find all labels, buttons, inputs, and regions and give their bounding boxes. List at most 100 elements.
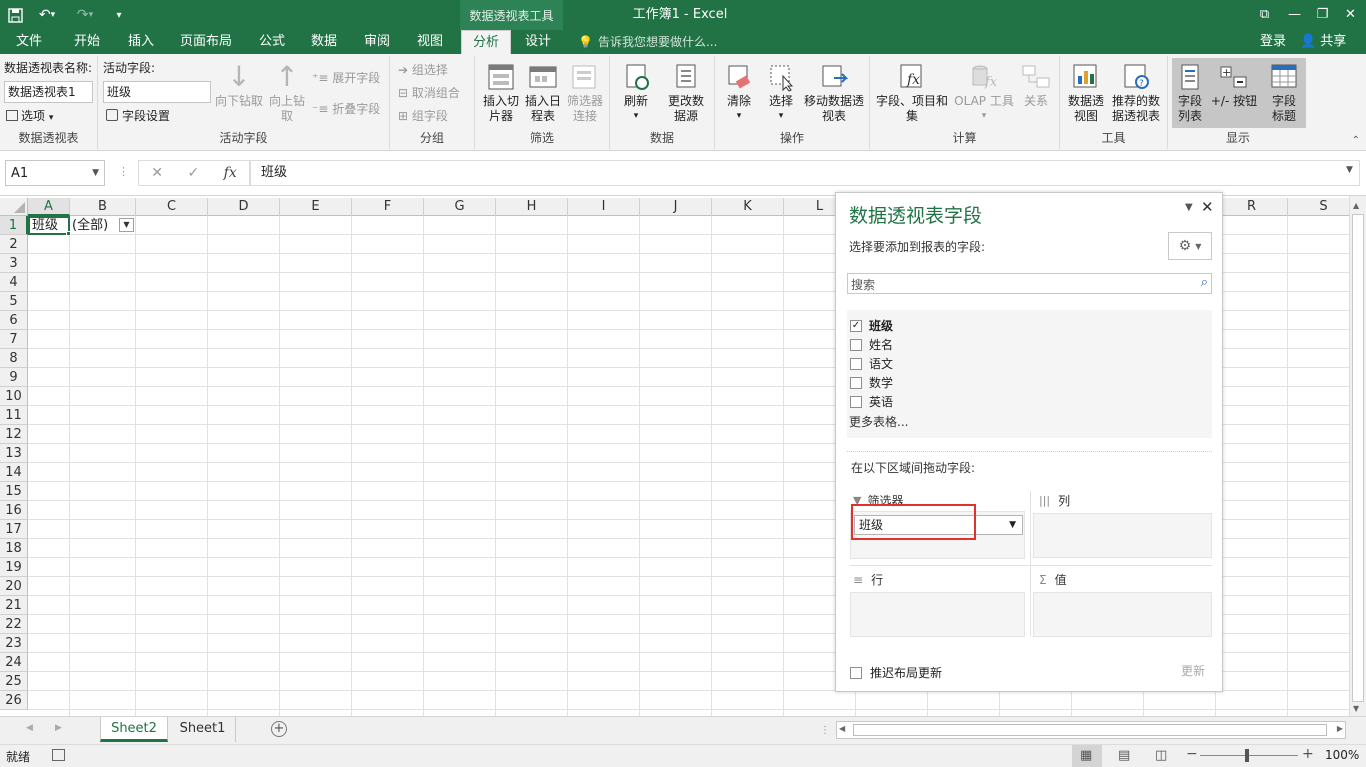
clear-dropdown-icon[interactable]: ▾ bbox=[719, 109, 759, 124]
column-header-r[interactable]: R bbox=[1216, 198, 1288, 216]
formula-input[interactable]: 班级 bbox=[250, 160, 1360, 186]
field-search-box[interactable]: 搜索 ⌕ bbox=[847, 273, 1212, 294]
pt-name-input[interactable]: 数据透视表1 bbox=[4, 81, 93, 103]
ungroup-button[interactable]: ⊟ 取消组合 bbox=[398, 83, 460, 103]
select-button[interactable]: 选择 ▾ bbox=[761, 62, 801, 124]
field-item[interactable]: ✓ 班级 bbox=[850, 316, 893, 335]
name-box[interactable]: A1 ▼ bbox=[5, 160, 105, 186]
refresh-dropdown-icon[interactable]: ▾ bbox=[616, 109, 656, 124]
tab-insert[interactable]: 插入 bbox=[118, 30, 164, 54]
unchecked-checkbox[interactable] bbox=[850, 338, 862, 351]
tab-view[interactable]: 视图 bbox=[408, 30, 452, 54]
restore-icon[interactable]: ❐ bbox=[1308, 0, 1337, 28]
group-selection-button[interactable]: ➔ 组选择 bbox=[398, 60, 448, 80]
search-icon[interactable]: ⌕ bbox=[1201, 275, 1208, 290]
unchecked-checkbox[interactable] bbox=[850, 357, 862, 370]
refresh-button[interactable]: 刷新 ▾ bbox=[616, 62, 656, 124]
column-header-f[interactable]: F bbox=[352, 198, 424, 216]
checked-checkbox[interactable]: ✓ bbox=[850, 319, 862, 332]
formula-bar-splitter-icon[interactable]: ⋮ bbox=[118, 165, 129, 178]
horizontal-scroll-thumb[interactable] bbox=[853, 724, 1327, 736]
row-header-15[interactable]: 15 bbox=[0, 482, 28, 501]
column-header-s[interactable]: S bbox=[1288, 198, 1349, 216]
pane-tools-button[interactable]: ⚙ ▼ bbox=[1168, 232, 1212, 260]
tab-splitter-icon[interactable]: ⋮ bbox=[820, 725, 830, 736]
column-header-b[interactable]: B bbox=[70, 198, 136, 216]
horizontal-scrollbar[interactable]: ◀ ▶ bbox=[836, 721, 1346, 739]
row-header-14[interactable]: 14 bbox=[0, 463, 28, 482]
pane-options-dropdown-icon[interactable]: ▼ bbox=[1185, 202, 1193, 213]
drill-up-button[interactable]: ↑ 向上钻取 bbox=[264, 62, 310, 124]
field-headers-button[interactable]: 字段标题 bbox=[1264, 62, 1304, 124]
update-button[interactable]: 更新 bbox=[1181, 662, 1205, 679]
column-header-d[interactable]: D bbox=[208, 198, 280, 216]
row-header-9[interactable]: 9 bbox=[0, 368, 28, 387]
prev-sheet-icon[interactable]: ◀ bbox=[26, 723, 33, 733]
insert-timeline-button[interactable]: 插入日程表 bbox=[523, 62, 563, 124]
cancel-icon[interactable]: ✕ bbox=[151, 165, 163, 181]
close-window-icon[interactable]: ✕ bbox=[1336, 0, 1365, 28]
field-item[interactable]: 英语 bbox=[850, 392, 893, 411]
row-header-2[interactable]: 2 bbox=[0, 235, 28, 254]
redo-icon[interactable]: ↷ ▾ bbox=[70, 4, 100, 26]
tab-formulas[interactable]: 公式 bbox=[250, 30, 294, 54]
collapse-ribbon-icon[interactable]: ⌃ bbox=[1352, 135, 1360, 146]
row-header-22[interactable]: 22 bbox=[0, 615, 28, 634]
column-header-j[interactable]: J bbox=[640, 198, 712, 216]
field-list-button[interactable]: 字段列表 bbox=[1174, 62, 1206, 124]
filter-field-dropdown-icon[interactable]: ▼ bbox=[1009, 516, 1016, 534]
field-item[interactable]: 数学 bbox=[850, 373, 893, 392]
pivot-chart-button[interactable]: 数据透视图 bbox=[1066, 62, 1106, 124]
plus-minus-buttons-button[interactable]: + +/- 按钮 bbox=[1210, 62, 1258, 109]
column-header-a[interactable]: A bbox=[28, 198, 70, 216]
change-source-button[interactable]: 更改数据源 bbox=[660, 62, 712, 124]
active-field-input[interactable]: 班级 bbox=[103, 81, 211, 103]
zoom-level[interactable]: 100% bbox=[1325, 748, 1359, 762]
enter-check-icon[interactable]: ✓ bbox=[187, 165, 199, 181]
group-field-button[interactable]: ⊞ 组字段 bbox=[398, 106, 448, 126]
save-icon[interactable] bbox=[4, 4, 26, 26]
row-header-10[interactable]: 10 bbox=[0, 387, 28, 406]
olap-dropdown-icon[interactable]: ▾ bbox=[952, 109, 1016, 124]
area-columns[interactable] bbox=[1033, 513, 1212, 558]
scroll-left-icon[interactable]: ◀ bbox=[839, 724, 845, 733]
page-layout-view-icon[interactable]: ▤ bbox=[1118, 748, 1130, 763]
column-header-i[interactable]: I bbox=[568, 198, 640, 216]
tab-home[interactable]: 开始 bbox=[64, 30, 110, 54]
select-all-corner[interactable] bbox=[0, 198, 28, 216]
field-item[interactable]: 姓名 bbox=[850, 335, 893, 354]
insert-function-icon[interactable]: fx bbox=[224, 165, 237, 181]
minimize-icon[interactable]: — bbox=[1280, 0, 1309, 28]
unchecked-checkbox[interactable] bbox=[850, 395, 862, 408]
ribbon-display-options-icon[interactable]: ⧉ bbox=[1250, 0, 1279, 28]
column-header-h[interactable]: H bbox=[496, 198, 568, 216]
tab-analyze[interactable]: 分析 bbox=[461, 30, 511, 54]
cell-a1[interactable]: 班级 bbox=[28, 216, 70, 235]
row-header-6[interactable]: 6 bbox=[0, 311, 28, 330]
column-header-g[interactable]: G bbox=[424, 198, 496, 216]
tab-data[interactable]: 数据 bbox=[302, 30, 346, 54]
tab-review[interactable]: 审阅 bbox=[355, 30, 399, 54]
insert-slicer-button[interactable]: 插入切片器 bbox=[481, 62, 521, 124]
unchecked-checkbox[interactable] bbox=[850, 376, 862, 389]
row-header-23[interactable]: 23 bbox=[0, 634, 28, 653]
scroll-up-icon[interactable]: ▲ bbox=[1353, 201, 1359, 210]
field-item[interactable]: 语文 bbox=[850, 354, 893, 373]
zoom-slider-thumb[interactable] bbox=[1245, 749, 1249, 762]
name-box-dropdown-icon[interactable]: ▼ bbox=[92, 168, 99, 178]
area-values[interactable] bbox=[1033, 592, 1212, 637]
share-button[interactable]: 👤 共享 bbox=[1300, 30, 1346, 54]
close-pane-icon[interactable]: ✕ bbox=[1201, 198, 1214, 216]
filter-dropdown-icon[interactable]: ▼ bbox=[119, 218, 134, 232]
normal-view-icon[interactable]: ▦ bbox=[1080, 748, 1092, 763]
select-dropdown-icon[interactable]: ▾ bbox=[761, 109, 801, 124]
row-header-20[interactable]: 20 bbox=[0, 577, 28, 596]
relationships-button[interactable]: 关系 bbox=[1016, 62, 1056, 109]
row-header-4[interactable]: 4 bbox=[0, 273, 28, 292]
row-header-19[interactable]: 19 bbox=[0, 558, 28, 577]
undo-icon[interactable]: ↶ ▾ bbox=[32, 4, 62, 26]
move-pt-button[interactable]: 移动数据透视表 bbox=[801, 62, 867, 124]
next-sheet-icon[interactable]: ▶ bbox=[55, 723, 62, 733]
column-header-c[interactable]: C bbox=[136, 198, 208, 216]
row-header-13[interactable]: 13 bbox=[0, 444, 28, 463]
